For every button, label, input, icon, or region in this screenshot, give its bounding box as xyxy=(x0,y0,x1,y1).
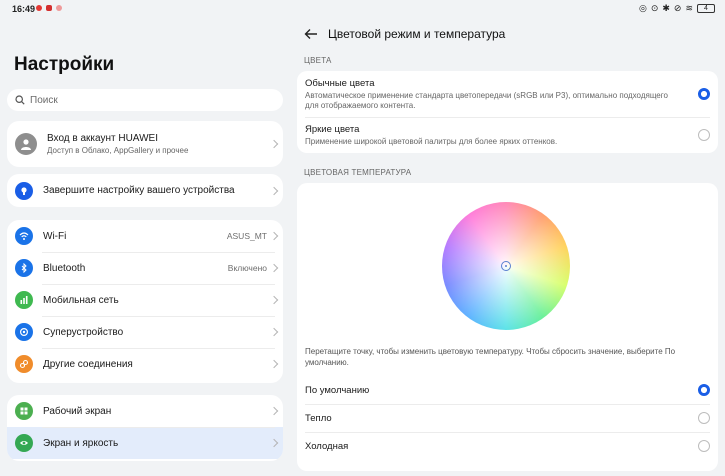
color-option-normal[interactable]: Обычные цвета Автоматическое применение … xyxy=(297,71,718,117)
mute-icon: ⊘ xyxy=(673,3,682,13)
page-title: Настройки xyxy=(14,54,115,75)
mobile-network-icon xyxy=(15,291,33,309)
sidebar-item-label: Wi-Fi xyxy=(43,230,67,242)
sidebar-item-label: Мобильная сеть xyxy=(43,294,119,306)
setup-label: Завершите настройку вашего устройства xyxy=(43,185,235,196)
colors-card: Обычные цвета Автоматическое применение … xyxy=(297,71,718,153)
chevron-right-icon xyxy=(269,327,279,337)
settings-sidebar: Настройки Поиск Вход в аккаунт HUAWEI До… xyxy=(0,18,290,476)
bluetooth-icon xyxy=(15,259,33,277)
sidebar-item-mobile-network[interactable]: Мобильная сеть xyxy=(7,284,283,316)
color-temperature-wheel[interactable] xyxy=(442,202,570,330)
detail-title: Цветовой режим и температура xyxy=(328,27,506,41)
home-screen-icon xyxy=(15,402,33,420)
setup-icon xyxy=(15,181,33,200)
temperature-hint: Перетащите точку, чтобы изменить цветову… xyxy=(305,347,676,367)
sidebar-item-label: Экран и яркость xyxy=(43,437,119,449)
eye-icon xyxy=(15,434,33,452)
sidebar-item-display-brightness[interactable]: Экран и яркость xyxy=(7,427,283,459)
temp-option-cold[interactable]: Холодная xyxy=(297,432,718,460)
color-option-vivid[interactable]: Яркие цвета Применение широкой цветовой … xyxy=(297,117,718,153)
radio-unselected[interactable] xyxy=(698,129,710,141)
wifi-network-name: ASUS_MT xyxy=(226,231,267,241)
sidebar-item-bluetooth[interactable]: Bluetooth Включено xyxy=(7,252,283,284)
search-placeholder: Поиск xyxy=(30,94,58,106)
option-description: Автоматическое применение стандарта цвет… xyxy=(305,91,668,110)
status-indicators: ◎ ⊙ ✱ ⊘ ≋ 4 xyxy=(639,3,715,14)
radio-selected[interactable] xyxy=(698,384,710,396)
sidebar-item-label: Суперустройство xyxy=(43,326,124,338)
temp-option-warm[interactable]: Тепло xyxy=(297,404,718,432)
user-icon xyxy=(21,139,31,150)
option-label: Холодная xyxy=(305,441,349,452)
chevron-right-icon xyxy=(269,295,279,305)
temperature-card: Перетащите точку, чтобы изменить цветову… xyxy=(297,183,718,471)
nfc-icon: ◎ xyxy=(638,3,647,13)
option-title: Обычные цвета xyxy=(305,78,375,89)
battery-icon: 4 xyxy=(697,4,715,13)
wheel-drag-handle[interactable] xyxy=(501,261,511,271)
notification-icons xyxy=(36,5,62,11)
chevron-right-icon xyxy=(269,359,279,369)
account-subtitle: Доступ в Облако, AppGallery и прочее xyxy=(47,146,189,155)
chevron-right-icon xyxy=(269,438,279,448)
status-time: 16:49 xyxy=(12,4,36,14)
status-bar: 16:49 ◎ ⊙ ✱ ⊘ ≋ 4 xyxy=(0,0,725,18)
wifi-status-icon: ≋ xyxy=(685,3,693,13)
detail-header: Цветовой режим и температура xyxy=(304,27,505,41)
radio-unselected[interactable] xyxy=(698,440,710,452)
superdevice-icon xyxy=(15,323,33,341)
section-colors-label: ЦВЕТА xyxy=(304,56,332,65)
sidebar-item-label: Другие соединения xyxy=(43,358,133,370)
display-card: Рабочий экран Экран и яркость xyxy=(7,395,283,461)
chevron-right-icon xyxy=(269,139,279,149)
search-input[interactable]: Поиск xyxy=(7,89,283,111)
network-card: Wi-Fi ASUS_MT Bluetooth Включено Мобильн… xyxy=(7,220,283,383)
chevron-right-icon xyxy=(269,231,279,241)
sidebar-item-superdevice[interactable]: Суперустройство xyxy=(7,316,283,348)
notification-icon xyxy=(56,5,62,11)
back-arrow-icon[interactable] xyxy=(304,28,318,40)
sidebar-item-wifi[interactable]: Wi-Fi ASUS_MT xyxy=(7,220,283,252)
chevron-right-icon xyxy=(269,406,279,416)
option-description: Применение широкой цветовой палитры для … xyxy=(305,137,558,146)
sidebar-item-label: Bluetooth xyxy=(43,262,86,274)
chevron-right-icon xyxy=(269,186,279,195)
option-label: По умолчанию xyxy=(305,385,370,396)
alarm-icon: ⊙ xyxy=(650,3,659,13)
sidebar-item-label: Рабочий экран xyxy=(43,405,112,417)
detail-pane: Цветовой режим и температура ЦВЕТА Обычн… xyxy=(290,18,725,476)
search-icon xyxy=(15,95,25,105)
link-icon xyxy=(15,355,33,373)
bluetooth-status-icon: ✱ xyxy=(662,3,670,13)
temp-option-default[interactable]: По умолчанию xyxy=(297,376,718,404)
chevron-right-icon xyxy=(269,263,279,273)
option-title: Яркие цвета xyxy=(305,124,360,135)
account-title: Вход в аккаунт HUAWEI xyxy=(47,133,158,144)
sidebar-item-home-screen[interactable]: Рабочий экран xyxy=(7,395,283,427)
notification-icon xyxy=(36,5,42,11)
radio-unselected[interactable] xyxy=(698,412,710,424)
setup-card[interactable]: Завершите настройку вашего устройства xyxy=(7,174,283,207)
account-card[interactable]: Вход в аккаунт HUAWEI Доступ в Облако, A… xyxy=(7,121,283,167)
option-label: Тепло xyxy=(305,413,332,424)
section-temperature-label: ЦВЕТОВАЯ ТЕМПЕРАТУРА xyxy=(304,168,412,177)
notification-icon xyxy=(46,5,52,11)
sidebar-item-other-connections[interactable]: Другие соединения xyxy=(7,348,283,380)
bluetooth-status: Включено xyxy=(227,263,267,273)
radio-selected[interactable] xyxy=(698,88,710,100)
wifi-icon xyxy=(15,227,33,245)
avatar xyxy=(15,133,37,155)
